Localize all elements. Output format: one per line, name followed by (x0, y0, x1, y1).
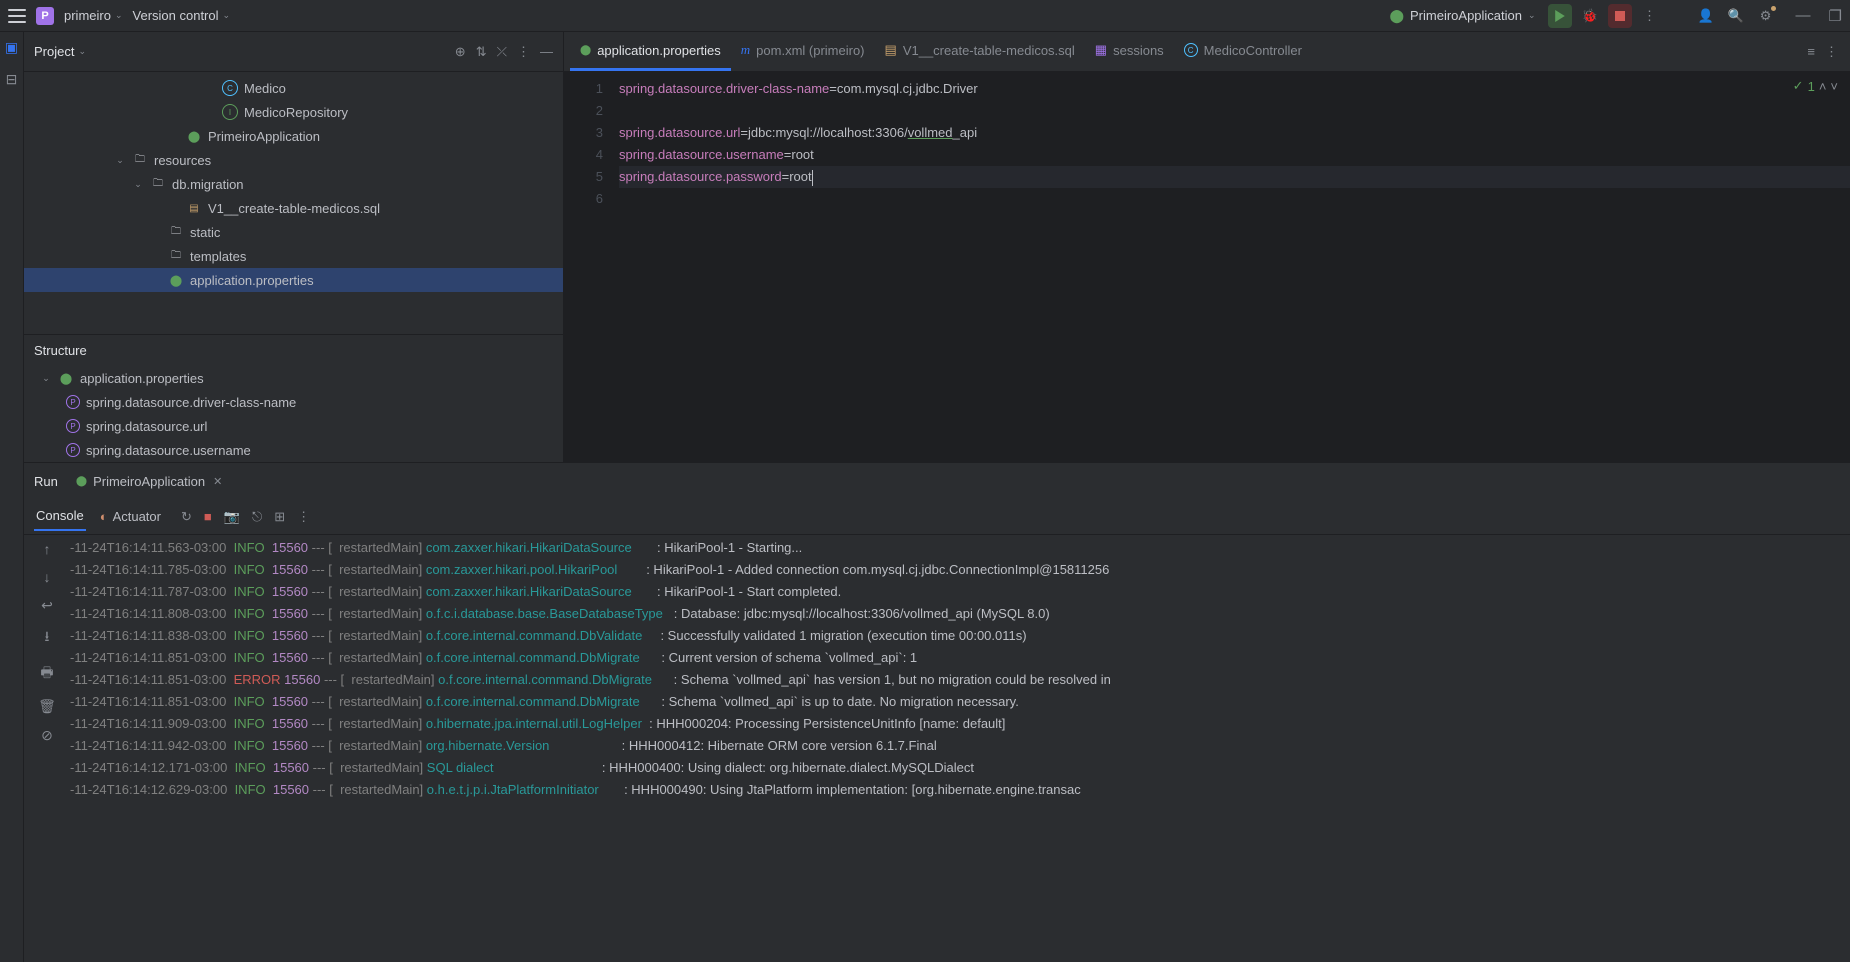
camera-icon[interactable]: 📷 (224, 509, 240, 525)
code-with-me-icon[interactable]: 👤 (1694, 4, 1718, 28)
close-run-tab-icon[interactable]: ✕ (213, 475, 222, 488)
actuator-icon: ◐ (100, 509, 108, 524)
tree-item[interactable]: ⬤application.properties (24, 268, 563, 292)
editor-tab[interactable]: CMedicoController (1174, 32, 1312, 71)
expand-collapse-icon[interactable]: ⇅ (476, 44, 487, 60)
tab-list-icon[interactable]: ≡ (1807, 44, 1815, 60)
console-tab[interactable]: Console (34, 502, 86, 531)
hide-panel-icon[interactable]: — (540, 44, 553, 60)
tab-actions-icon[interactable]: ⋮ (1825, 44, 1838, 60)
restore-window-icon[interactable]: ❐ (1829, 7, 1842, 25)
tree-item[interactable]: 🗀static (24, 220, 563, 244)
select-opened-file-icon[interactable]: ⊕ (455, 44, 466, 60)
run-button[interactable] (1548, 4, 1572, 28)
property-icon: P (66, 395, 80, 409)
layout-icon[interactable]: ⊞ (274, 509, 285, 525)
scroll-to-end-icon[interactable]: ⭳ (45, 626, 50, 650)
editor-tab[interactable]: ⬤application.properties (570, 32, 731, 71)
soft-wrap-icon[interactable]: ↩ (41, 597, 53, 614)
minimize-window-icon[interactable]: — (1796, 7, 1811, 25)
print-icon[interactable]: 🖶 (40, 662, 53, 686)
rerun-icon[interactable]: ↻ (181, 509, 192, 525)
project-panel: Project⌄ ⊕ ⇅ ⤫ ⋮ — CMedicoIMedicoReposit… (24, 32, 564, 462)
main-menu-icon[interactable] (8, 9, 26, 23)
filter-icon[interactable]: ⊘ (41, 727, 53, 744)
project-tree[interactable]: CMedicoIMedicoRepository⬤PrimeiroApplica… (24, 72, 563, 334)
project-selector[interactable]: primeiro⌄ (64, 8, 123, 23)
collapse-all-icon[interactable]: ⤫ (497, 44, 507, 60)
run-tool-label: Run (34, 474, 58, 489)
editor-tab[interactable]: ▦sessions (1085, 32, 1174, 71)
stop-button[interactable] (1608, 4, 1632, 28)
property-icon: P (66, 443, 80, 457)
panel-options-icon[interactable]: ⋮ (517, 44, 530, 60)
run-configuration-selector[interactable]: ⬤ PrimeiroApplication⌄ (1389, 8, 1535, 24)
tree-item[interactable]: IMedicoRepository (24, 100, 563, 124)
console-more-icon[interactable]: ⋮ (297, 509, 310, 525)
editor-area: ⬤application.propertiesmpom.xml (primeir… (564, 32, 1850, 462)
tree-item[interactable]: ⌄🗀db.migration (24, 172, 563, 196)
structure-item[interactable]: Pspring.datasource.url (24, 414, 563, 438)
editor-tab[interactable]: mpom.xml (primeiro) (731, 32, 875, 71)
structure-root[interactable]: ⌄ ⬤ application.properties (24, 366, 563, 390)
exit-icon[interactable]: ⎋ (252, 509, 262, 525)
run-tool-window: Run ⬤ PrimeiroApplication ✕ Console ◐Act… (24, 462, 1850, 962)
settings-icon[interactable]: ⚙ (1754, 4, 1778, 28)
structure-item[interactable]: Pspring.datasource.driver-class-name (24, 390, 563, 414)
structure-item[interactable]: Pspring.datasource.username (24, 438, 563, 462)
titlebar: P primeiro⌄ Version control⌄ ⬤ PrimeiroA… (0, 0, 1850, 32)
tree-item[interactable]: CMedico (24, 76, 563, 100)
run-tab-primeiro[interactable]: ⬤ PrimeiroApplication ✕ (68, 470, 230, 493)
chevron-up-icon[interactable]: ˄ (1819, 79, 1827, 94)
tree-item[interactable]: 🗀templates (24, 244, 563, 268)
tree-item[interactable]: ▤V1__create-table-medicos.sql (24, 196, 563, 220)
scroll-up-icon[interactable]: ↑ (44, 541, 51, 557)
left-tool-rail: ▣ ⊟ (0, 32, 24, 962)
trash-icon[interactable]: 🗑 (38, 698, 56, 715)
project-badge[interactable]: P (36, 7, 54, 25)
more-actions-icon[interactable]: ⋮ (1638, 4, 1662, 28)
tree-item[interactable]: ⬤PrimeiroApplication (24, 124, 563, 148)
structure-panel-title: Structure (24, 335, 563, 366)
spring-icon: ⬤ (76, 476, 87, 487)
tree-item[interactable]: ⌄🗀resources (24, 148, 563, 172)
properties-file-icon: ⬤ (58, 370, 74, 386)
editor-tab[interactable]: ▤V1__create-table-medicos.sql (875, 32, 1085, 71)
console-rail: ↑ ↓ ↩ ⭳ 🖶 🗑 ⊘ (24, 535, 70, 962)
version-control-menu[interactable]: Version control⌄ (133, 8, 231, 23)
project-panel-title[interactable]: Project⌄ (34, 44, 86, 59)
check-icon: ✓ (1793, 78, 1804, 94)
project-tool-icon[interactable]: ▣ (3, 38, 21, 56)
stop-process-icon[interactable]: ■ (204, 509, 212, 525)
actuator-tab[interactable]: ◐Actuator (100, 509, 161, 524)
debug-button[interactable]: 🐞 (1578, 4, 1602, 28)
search-everywhere-icon[interactable]: 🔍 (1724, 4, 1748, 28)
spring-icon: ⬤ (1389, 8, 1404, 24)
code-editor[interactable]: ✓ 1 ˄ ˅ 123456 spring.datasource.driver-… (564, 72, 1850, 462)
console-output[interactable]: -11-24T16:14:11.563-03:00 INFO 15560 ---… (70, 535, 1850, 962)
scroll-down-icon[interactable]: ↓ (44, 569, 51, 585)
chevron-down-icon[interactable]: ˅ (1830, 79, 1838, 94)
problems-indicator[interactable]: ✓ 1 ˄ ˅ (1793, 78, 1838, 94)
structure-tool-icon[interactable]: ⊟ (3, 70, 21, 88)
editor-tab-bar: ⬤application.propertiesmpom.xml (primeir… (564, 32, 1850, 72)
property-icon: P (66, 419, 80, 433)
